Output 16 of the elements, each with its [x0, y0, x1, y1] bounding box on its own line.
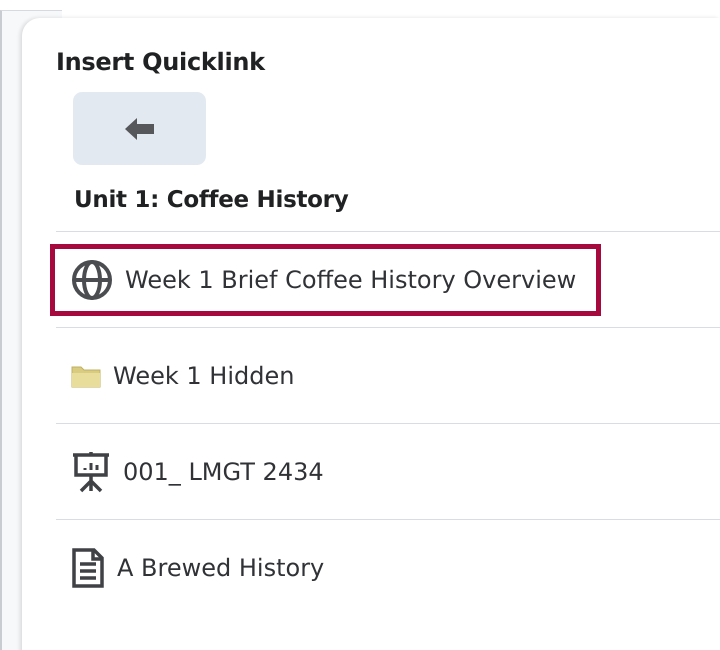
section-heading: Unit 1: Coffee History — [74, 187, 350, 213]
dialog-title: Insert Quicklink — [56, 48, 266, 76]
quicklink-item[interactable]: Week 1 Brief Coffee History Overview — [50, 244, 602, 316]
back-button[interactable] — [73, 92, 206, 165]
item-label: A Brewed History — [117, 554, 324, 582]
back-arrow-icon — [124, 118, 154, 140]
document-icon — [71, 546, 105, 588]
quicklink-item[interactable]: Week 1 Hidden — [50, 340, 320, 412]
item-label: 001_ LMGT 2434 — [123, 458, 324, 486]
item-label: Week 1 Brief Coffee History Overview — [125, 266, 576, 294]
presentation-icon — [71, 450, 111, 492]
folder-icon — [71, 364, 101, 388]
item-label: Week 1 Hidden — [113, 362, 294, 390]
globe-icon — [71, 258, 113, 300]
quicklink-item[interactable]: A Brewed History — [50, 532, 350, 604]
quicklink-item[interactable]: 001_ LMGT 2434 — [50, 436, 349, 508]
